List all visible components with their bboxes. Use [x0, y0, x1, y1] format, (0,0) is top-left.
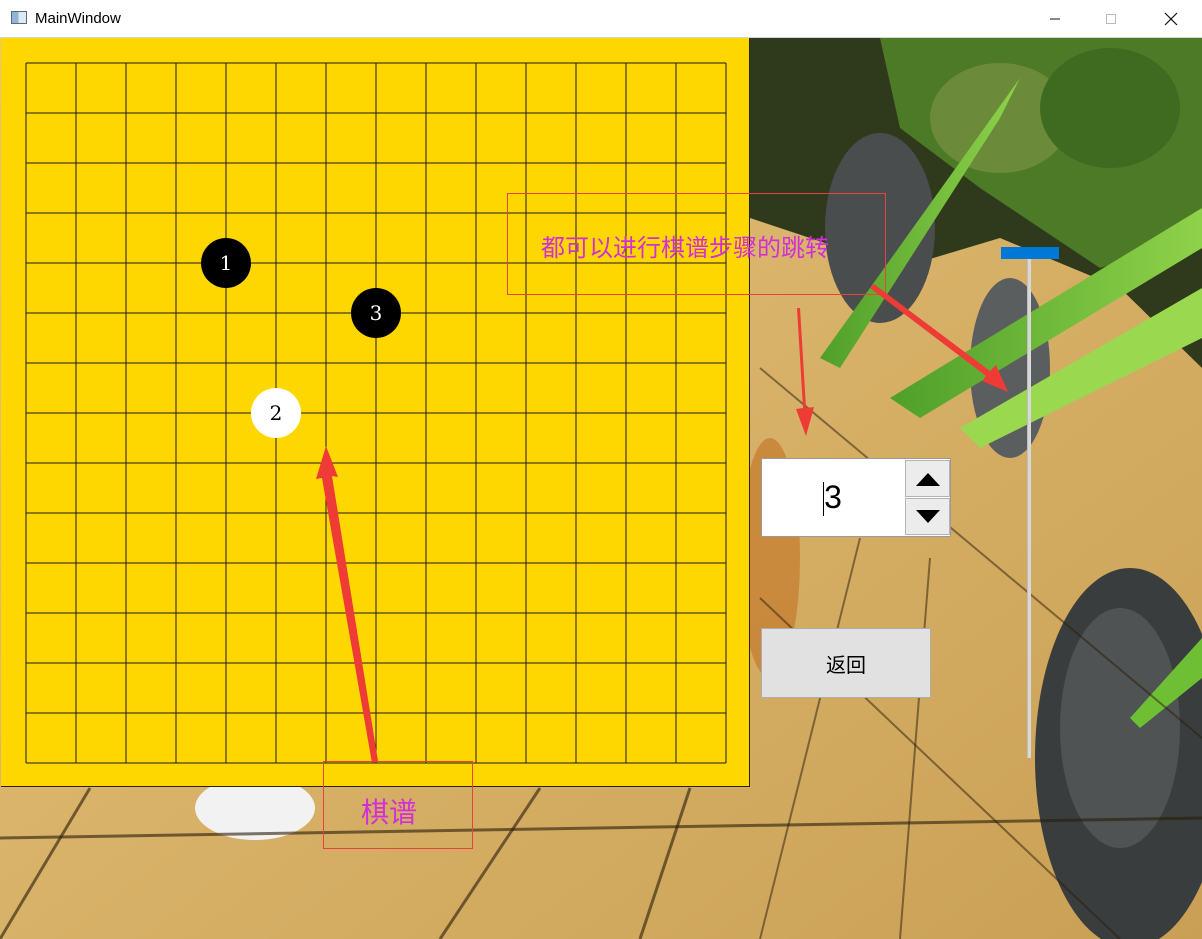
stone-black[interactable]: 1	[201, 238, 251, 288]
annotation-label-box: 棋谱	[323, 761, 473, 849]
stone-black[interactable]: 3	[351, 288, 401, 338]
go-board[interactable]: 1 2 3	[1, 38, 750, 787]
annotation-note-box: 都可以进行棋谱步骤的跳转	[507, 193, 886, 295]
minimize-icon	[1050, 18, 1060, 19]
step-up-button[interactable]	[905, 460, 950, 497]
window-title: MainWindow	[35, 10, 121, 27]
step-slider-handle[interactable]	[1001, 247, 1059, 259]
close-icon	[1164, 12, 1178, 25]
step-slider-track[interactable]	[1027, 248, 1031, 758]
triangle-down-icon	[915, 509, 940, 523]
step-spinbox[interactable]: 3	[761, 458, 951, 537]
triangle-up-icon	[915, 472, 940, 486]
maximize-icon	[1106, 13, 1116, 24]
text-caret	[823, 482, 824, 516]
close-button[interactable]	[1148, 0, 1194, 37]
stone-move-number: 3	[370, 301, 383, 325]
minimize-button[interactable]	[1032, 0, 1078, 37]
stone-move-number: 2	[270, 401, 283, 425]
stone-white[interactable]: 2	[251, 388, 301, 438]
title-bar: MainWindow	[0, 0, 1202, 38]
stone-move-number: 1	[220, 251, 233, 275]
back-button[interactable]: 返回	[761, 628, 931, 698]
main-window-client: 1 2 3 都可以进行棋谱步骤的跳转 棋谱 3 返回	[0, 38, 1202, 939]
board-grid: 1 2 3	[25, 62, 727, 764]
annotation-label-text: 棋谱	[361, 796, 418, 829]
step-value-input[interactable]: 3	[762, 459, 904, 536]
maximize-button[interactable]	[1088, 0, 1134, 37]
app-window-icon	[11, 11, 27, 24]
step-down-button[interactable]	[905, 498, 950, 535]
annotation-note-text: 都可以进行棋谱步骤的跳转	[541, 234, 829, 262]
